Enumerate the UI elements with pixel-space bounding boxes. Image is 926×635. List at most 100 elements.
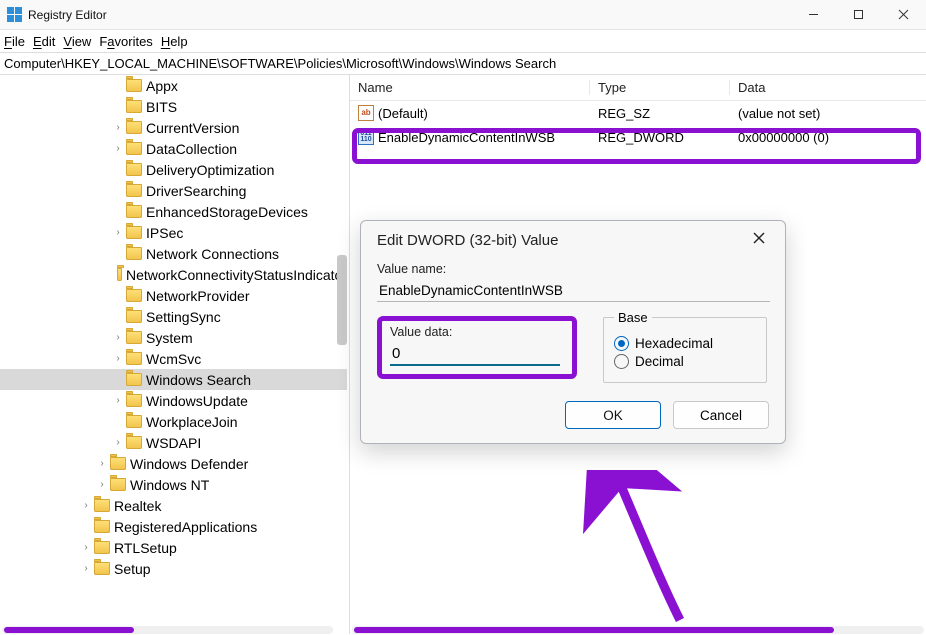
- value-data-input[interactable]: [390, 343, 560, 366]
- dialog-close-button[interactable]: [749, 231, 769, 250]
- folder-icon: [126, 352, 142, 365]
- tree-item[interactable]: ›Windows NT: [0, 474, 347, 495]
- tree-item-label: Windows Search: [146, 372, 251, 388]
- dialog-title: Edit DWORD (32-bit) Value: [377, 232, 749, 249]
- folder-icon: [126, 226, 142, 239]
- tree-item[interactable]: Appx: [0, 75, 347, 96]
- tree-item[interactable]: ›WcmSvc: [0, 348, 347, 369]
- folder-icon: [126, 79, 142, 92]
- folder-icon: [126, 331, 142, 344]
- menubar: File Edit View Favorites Help: [0, 30, 926, 52]
- list-horizontal-scrollbar[interactable]: [352, 626, 924, 634]
- tree-item[interactable]: DriverSearching: [0, 180, 347, 201]
- chevron-icon: ›: [112, 227, 124, 238]
- tree-item[interactable]: WorkplaceJoin: [0, 411, 347, 432]
- scrollbar-thumb[interactable]: [337, 255, 347, 345]
- chevron-icon: ›: [112, 143, 124, 154]
- tree-item-label: Appx: [146, 78, 178, 94]
- tree-item[interactable]: NetworkProvider: [0, 285, 347, 306]
- chevron-icon: ›: [112, 437, 124, 448]
- folder-icon: [110, 457, 126, 470]
- folder-icon: [126, 394, 142, 407]
- tree-item-label: Windows Defender: [130, 456, 248, 472]
- menu-edit[interactable]: Edit: [33, 34, 55, 49]
- tree-item[interactable]: › WSDAPI: [0, 432, 347, 453]
- folder-icon: [126, 142, 142, 155]
- tree-item[interactable]: ›WindowsUpdate: [0, 390, 347, 411]
- menu-view[interactable]: View: [63, 34, 91, 49]
- close-button[interactable]: [881, 0, 926, 30]
- value-type: REG_DWORD: [590, 130, 730, 145]
- folder-icon: [94, 562, 110, 575]
- radio-icon: [614, 354, 629, 369]
- tree-item[interactable]: › Windows Defender: [0, 453, 347, 474]
- tree-item-label: RTLSetup: [114, 540, 177, 556]
- folder-icon: [94, 499, 110, 512]
- tree-item-label: DeliveryOptimization: [146, 162, 274, 178]
- list-row[interactable]: ab(Default)REG_SZ(value not set): [350, 101, 926, 125]
- chevron-icon: ›: [96, 479, 108, 490]
- column-header-type[interactable]: Type: [590, 80, 730, 95]
- folder-icon: [94, 541, 110, 554]
- tree-item[interactable]: ›Realtek: [0, 495, 347, 516]
- menu-help[interactable]: Help: [161, 34, 188, 49]
- scrollbar-thumb[interactable]: [4, 627, 134, 633]
- tree-item-label: DataCollection: [146, 141, 237, 157]
- column-header-data[interactable]: Data: [730, 80, 926, 95]
- tree-item[interactable]: BITS: [0, 96, 347, 117]
- tree-item[interactable]: ›RTLSetup: [0, 537, 347, 558]
- chevron-icon: ›: [112, 122, 124, 133]
- column-header-name[interactable]: Name: [350, 80, 590, 95]
- address-bar[interactable]: Computer\HKEY_LOCAL_MACHINE\SOFTWARE\Pol…: [0, 52, 926, 75]
- tree-item-label: Setup: [114, 561, 151, 577]
- value-data: (value not set): [730, 106, 926, 121]
- tree-vertical-scrollbar[interactable]: [335, 75, 349, 626]
- cancel-button[interactable]: Cancel: [673, 401, 769, 429]
- tree-item[interactable]: › DataCollection: [0, 138, 347, 159]
- tree-item-label: CurrentVersion: [146, 120, 239, 136]
- chevron-icon: ›: [112, 332, 124, 343]
- close-icon: [752, 231, 766, 245]
- maximize-button[interactable]: [836, 0, 881, 30]
- tree-item[interactable]: EnhancedStorageDevices: [0, 201, 347, 222]
- folder-icon: [117, 268, 122, 281]
- scrollbar-thumb[interactable]: [354, 627, 834, 633]
- tree-container[interactable]: Appx BITS › CurrentVersion › DataCollection De…: [0, 75, 347, 626]
- ok-button[interactable]: OK: [565, 401, 661, 429]
- chevron-icon: ›: [96, 458, 108, 469]
- tree-item-label: DriverSearching: [146, 183, 246, 199]
- radio-hexadecimal[interactable]: Hexadecimal: [614, 336, 756, 351]
- value-name: EnableDynamicContentInWSB: [378, 130, 555, 145]
- value-name-field[interactable]: EnableDynamicContentInWSB: [377, 280, 770, 302]
- tree-item[interactable]: Windows Search: [0, 369, 347, 390]
- titlebar: Registry Editor: [0, 0, 926, 30]
- radio-label-dec: Decimal: [635, 354, 684, 369]
- menu-file[interactable]: File: [4, 34, 25, 49]
- folder-icon: [110, 478, 126, 491]
- tree-item[interactable]: SettingSync: [0, 306, 347, 327]
- tree-item[interactable]: DeliveryOptimization: [0, 159, 347, 180]
- tree-item[interactable]: ›Setup: [0, 558, 347, 579]
- tree-item[interactable]: › CurrentVersion: [0, 117, 347, 138]
- list-row[interactable]: 011110EnableDynamicContentInWSBREG_DWORD…: [350, 125, 926, 149]
- tree-item-label: WSDAPI: [146, 435, 201, 451]
- tree-item[interactable]: ›IPSec: [0, 222, 347, 243]
- tree-item[interactable]: RegisteredApplications: [0, 516, 347, 537]
- tree-horizontal-scrollbar[interactable]: [2, 626, 333, 634]
- tree-item-label: RegisteredApplications: [114, 519, 257, 535]
- tree-item[interactable]: NetworkConnectivityStatusIndicator: [0, 264, 347, 285]
- folder-icon: [126, 415, 142, 428]
- tree-item[interactable]: › System: [0, 327, 347, 348]
- radio-decimal[interactable]: Decimal: [614, 354, 756, 369]
- menu-favorites[interactable]: Favorites: [99, 34, 152, 49]
- value-name-label: Value name:: [377, 262, 769, 276]
- radio-icon: [614, 336, 629, 351]
- folder-icon: [126, 373, 142, 386]
- folder-icon: [126, 121, 142, 134]
- minimize-button[interactable]: [791, 0, 836, 30]
- folder-icon: [126, 163, 142, 176]
- tree-pane: Appx BITS › CurrentVersion › DataCollection De…: [0, 75, 350, 634]
- tree-item[interactable]: Network Connections: [0, 243, 347, 264]
- tree-item-label: SettingSync: [146, 309, 221, 325]
- tree-item-label: System: [146, 330, 193, 346]
